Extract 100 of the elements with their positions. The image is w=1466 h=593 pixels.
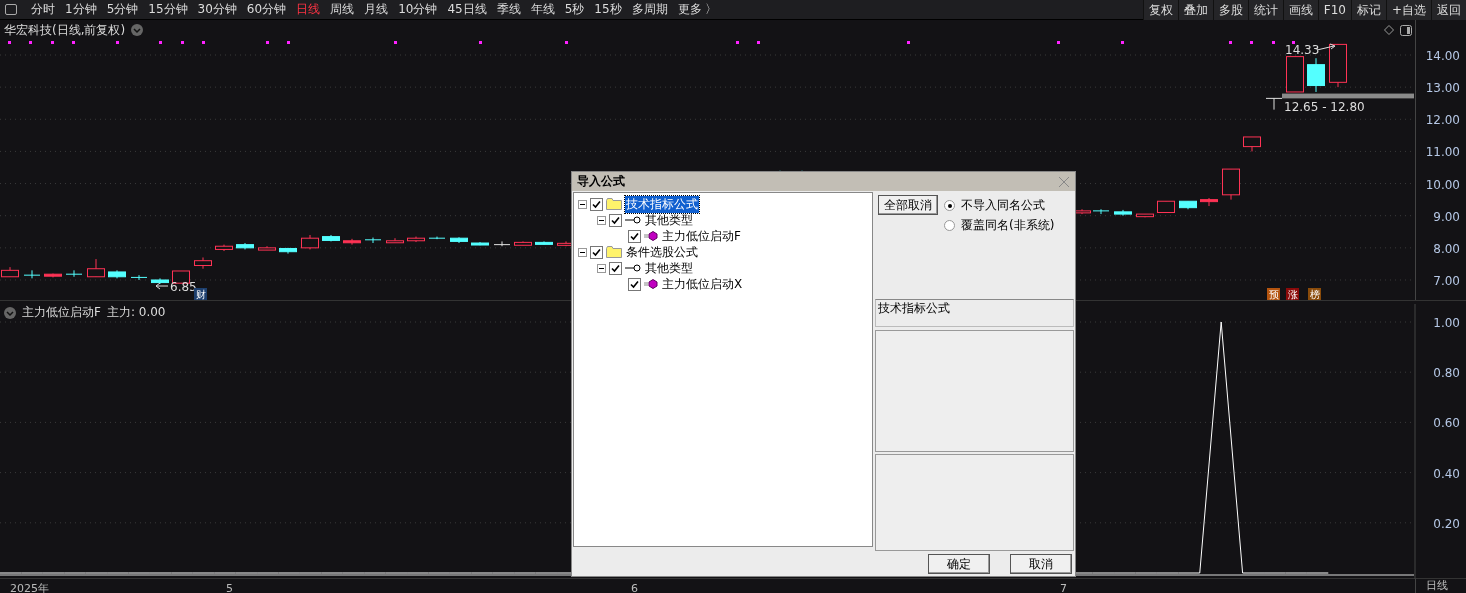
period-tab[interactable]: 年线: [525, 1, 560, 18]
radio-button[interactable]: [944, 200, 955, 212]
period-tab[interactable]: 更多 〉: [672, 1, 723, 18]
candlestick: [87, 258, 105, 278]
collapse-icon[interactable]: [597, 215, 606, 225]
period-tab[interactable]: 日线: [291, 1, 326, 18]
candlestick: [1200, 197, 1218, 207]
candlestick: [1136, 213, 1154, 218]
period-tab[interactable]: 60分钟: [241, 1, 292, 18]
checkbox[interactable]: [609, 261, 622, 275]
option-label[interactable]: 覆盖同名(非系统): [961, 217, 1055, 235]
diamond-icon[interactable]: [1384, 25, 1394, 35]
indicator-axis-label: 0.60: [1433, 416, 1460, 431]
candlestick: [108, 269, 126, 279]
low-price-label: 6.85: [170, 280, 197, 294]
date-label: 7: [1060, 582, 1067, 593]
price-axis-label: 11.00: [1425, 145, 1460, 160]
candlestick: [471, 241, 489, 246]
period-tab[interactable]: 10分钟: [393, 1, 443, 18]
formula-icon: [644, 231, 658, 242]
period-tab[interactable]: 5分钟: [101, 1, 144, 18]
toolbar-button[interactable]: 返回: [1431, 0, 1466, 20]
candlestick: [130, 274, 148, 281]
indicator-name: 主力低位启动F: [22, 304, 101, 321]
period-tab[interactable]: 季线: [491, 1, 526, 18]
checkbox[interactable]: [590, 245, 603, 259]
period-tab[interactable]: 45日线: [442, 1, 492, 18]
candlestick: [1222, 168, 1240, 201]
event-tag[interactable]: 榜: [1308, 288, 1321, 300]
side-panel-icon[interactable]: [1400, 24, 1412, 36]
candlestick: [215, 244, 233, 252]
chevron-down-icon[interactable]: [131, 24, 144, 36]
candlestick: [1265, 97, 1283, 111]
toolbar-button[interactable]: F10: [1317, 0, 1351, 20]
candlestick: [1, 266, 19, 278]
candlestick: [1286, 56, 1304, 93]
period-tab[interactable]: 1分钟: [60, 1, 102, 18]
collapse-icon[interactable]: [578, 199, 587, 209]
event-tag[interactable]: 涨: [1286, 288, 1299, 300]
period-tab[interactable]: 多周期: [626, 1, 673, 18]
folder-icon: [606, 246, 622, 259]
price-axis-label: 13.00: [1425, 81, 1460, 96]
tree-item[interactable]: 其他类型: [644, 259, 694, 277]
checkbox[interactable]: [590, 197, 603, 211]
indicator-axis-label: 0.80: [1433, 366, 1460, 381]
price-axis-label: 10.00: [1425, 177, 1460, 192]
candlestick: [1243, 136, 1261, 152]
date-label: 2025年: [10, 582, 49, 593]
collapse-icon[interactable]: [578, 247, 587, 257]
tree-item[interactable]: 其他类型: [644, 211, 694, 229]
candlestick: [172, 270, 190, 284]
clear-all-button[interactable]: 全部取消: [878, 195, 938, 216]
tree-item[interactable]: 主力低位启动F: [661, 227, 742, 245]
toolbar-button[interactable]: 复权: [1142, 0, 1178, 20]
candlestick: [1307, 57, 1325, 93]
formula-icon: [644, 279, 658, 290]
toolbar-button[interactable]: 多股: [1212, 0, 1248, 20]
option-label[interactable]: 不导入同名公式: [961, 197, 1045, 215]
range-label: 12.65 - 12.80: [1284, 100, 1365, 114]
candlestick: [279, 247, 297, 255]
event-tag[interactable]: 预: [1267, 288, 1280, 300]
toolbar-button[interactable]: +自选: [1385, 0, 1431, 20]
arrow-left-icon: [155, 282, 169, 290]
high-price-label: 14.33: [1285, 43, 1320, 57]
period-tab[interactable]: 30分钟: [192, 1, 242, 18]
dialog-button[interactable]: 取消: [1010, 553, 1072, 574]
tree-item[interactable]: 技术指标公式: [625, 195, 699, 213]
indicator-axis-label: 0.20: [1433, 516, 1460, 531]
candlestick: [65, 269, 83, 278]
tree-item[interactable]: 主力低位启动X: [661, 275, 744, 293]
period-tab[interactable]: 月线: [359, 1, 394, 18]
candlestick: [343, 238, 361, 246]
period-tab[interactable]: 5秒: [559, 1, 590, 18]
toolbar-button[interactable]: 叠加: [1177, 0, 1213, 20]
candlestick: [493, 240, 511, 247]
toolbar-button[interactable]: 统计: [1247, 0, 1283, 20]
toolbar-button[interactable]: 标记: [1350, 0, 1386, 20]
period-tab[interactable]: 15分钟: [143, 1, 193, 18]
candlestick: [428, 236, 446, 240]
period-tab[interactable]: 周线: [325, 1, 360, 18]
toolbar-button[interactable]: 画线: [1282, 0, 1318, 20]
info-title: 技术指标公式: [875, 299, 1074, 328]
price-axis-label: 12.00: [1425, 113, 1460, 128]
period-tab[interactable]: 分时: [26, 1, 60, 18]
period-tab[interactable]: 15秒: [589, 1, 627, 18]
dialog-title: 导入公式: [577, 173, 625, 191]
indicator-axis-label: 0.40: [1433, 466, 1460, 481]
chevron-down-icon[interactable]: [4, 306, 16, 319]
checkbox[interactable]: [609, 213, 622, 227]
dialog-button[interactable]: 确定: [928, 553, 990, 574]
candlestick: [364, 237, 382, 244]
panel-toggle-icon[interactable]: [5, 4, 17, 15]
tree-item[interactable]: 条件选股公式: [625, 243, 699, 261]
radio-button[interactable]: [944, 220, 955, 232]
candlestick: [194, 257, 212, 270]
collapse-icon[interactable]: [597, 263, 606, 273]
finance-badge[interactable]: 财: [194, 288, 207, 300]
checkbox[interactable]: [628, 229, 641, 243]
candlestick: [258, 245, 276, 251]
checkbox[interactable]: [628, 277, 641, 291]
